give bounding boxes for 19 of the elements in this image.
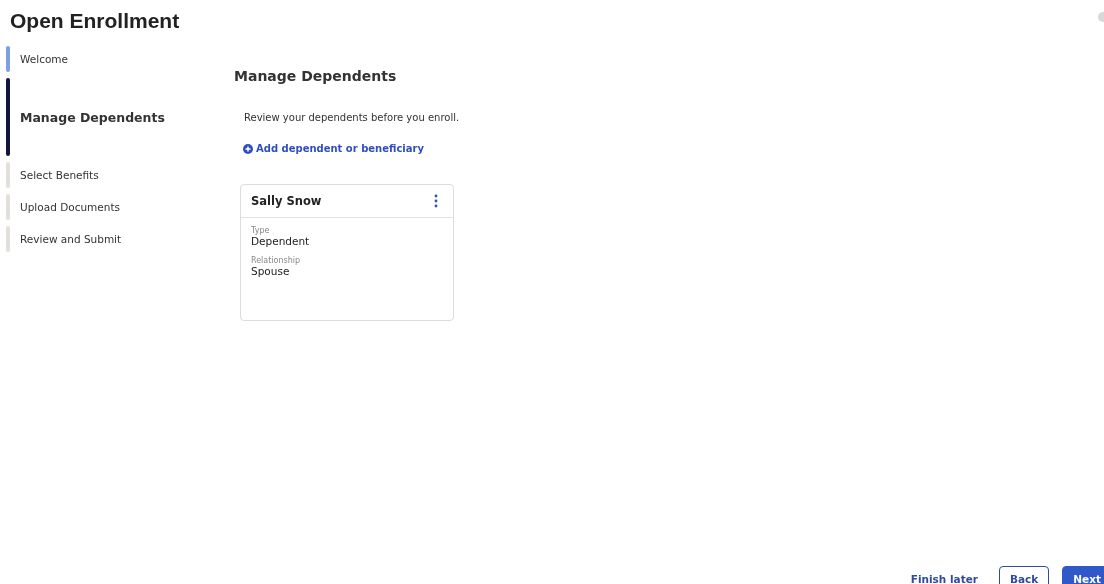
next-button[interactable]: Next <box>1062 566 1104 584</box>
step-item[interactable]: Manage Dependents <box>20 109 165 125</box>
intro-text: Review your dependents before you enroll. <box>244 112 460 123</box>
page-title: Open Enrollment <box>10 9 180 34</box>
section-heading: Manage Dependents <box>234 68 397 84</box>
step-item[interactable]: Welcome <box>20 53 69 65</box>
step-item[interactable]: Select Benefits <box>20 169 99 181</box>
step-item[interactable]: Upload Documents <box>20 201 120 213</box>
field-label: Relationship <box>251 256 302 265</box>
plus-circle-icon <box>243 143 253 154</box>
finish-later-link[interactable]: Finish later <box>910 573 978 584</box>
field-label: Type <box>251 226 271 235</box>
step-item[interactable]: Review and Submit <box>20 233 122 245</box>
more-icon <box>434 194 438 208</box>
field-value: Dependent <box>251 235 311 247</box>
add-dependent-link[interactable]: Add dependent or beneficiary <box>243 143 424 154</box>
dependent-name: Sally Snow <box>251 194 322 208</box>
field-value: Spouse <box>251 265 291 277</box>
back-button[interactable]: Back <box>999 566 1050 584</box>
